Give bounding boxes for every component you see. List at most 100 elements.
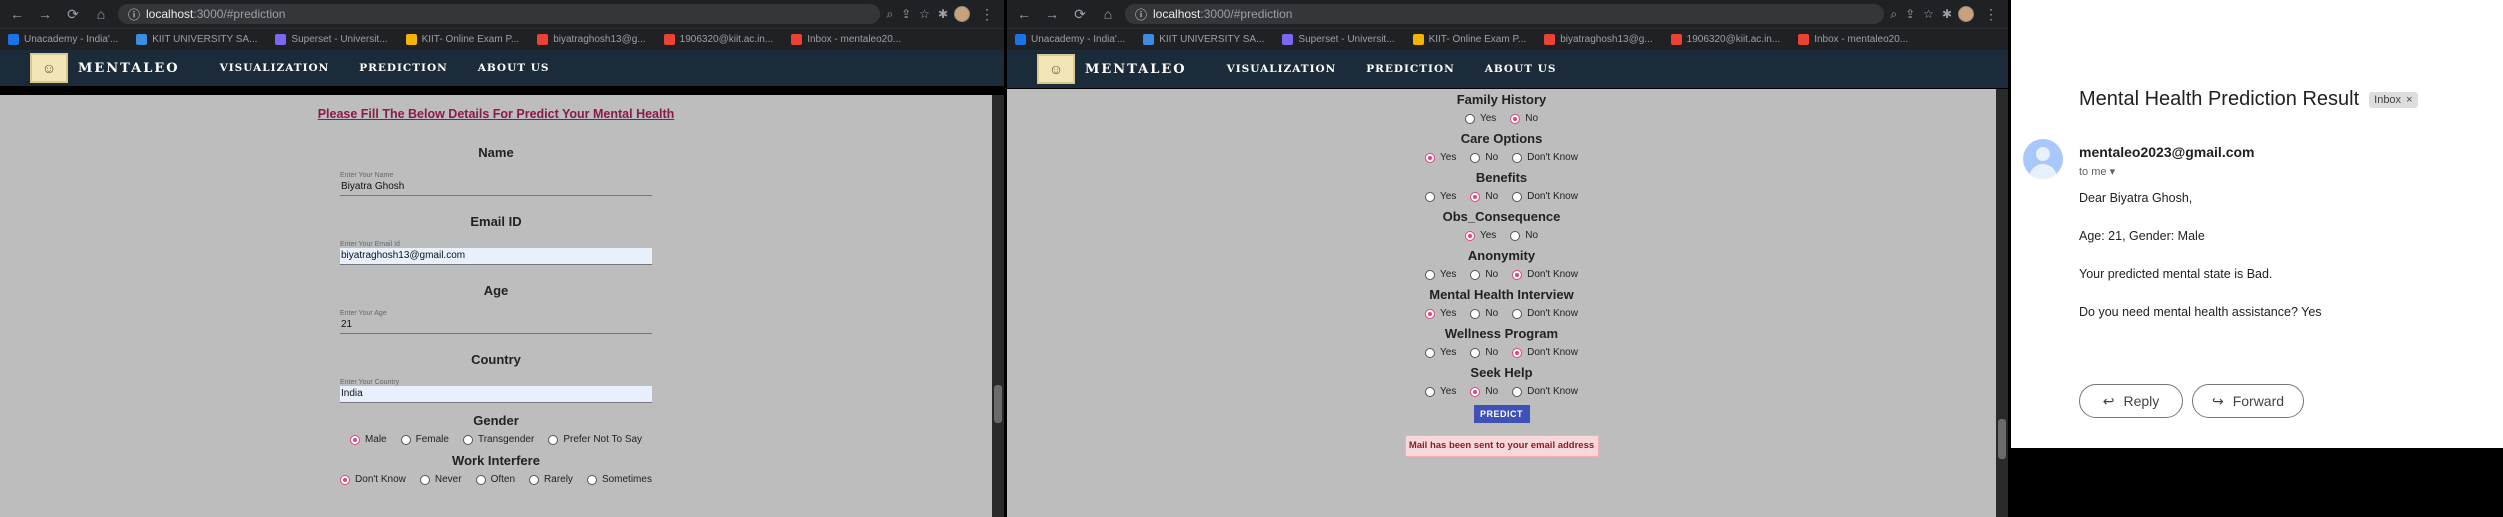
anonymity-option[interactable]: Don't Know	[1512, 269, 1578, 280]
anonymity-option[interactable]: Yes	[1425, 269, 1456, 280]
search-icon[interactable]: ⌕	[886, 7, 893, 22]
share-icon[interactable]: ⇪	[901, 7, 911, 22]
bookmark-item[interactable]: Superset - Universit...	[1282, 34, 1395, 45]
radio-selected-icon[interactable]	[1470, 191, 1481, 202]
radio-icon[interactable]	[1512, 308, 1523, 319]
wellness-program-option[interactable]: No	[1470, 347, 1498, 358]
email-input[interactable]: biyatraghosh13@gmail.com	[340, 248, 652, 265]
radio-selected-icon[interactable]	[1425, 152, 1436, 163]
obs-consequence-option[interactable]: No	[1510, 230, 1538, 241]
radio-icon[interactable]	[1425, 386, 1436, 397]
bookmark-item[interactable]: Superset - Universit...	[275, 34, 388, 45]
forward-icon[interactable]: →	[1041, 6, 1063, 22]
forward-button[interactable]: ↪ Forward	[2192, 384, 2304, 418]
gender-option-male[interactable]: Male	[349, 434, 387, 445]
reload-icon[interactable]: ⟳	[62, 6, 84, 23]
benefits-option[interactable]: Don't Know	[1512, 191, 1578, 202]
radio-icon[interactable]	[1512, 152, 1523, 163]
radio-selected-icon[interactable]	[340, 474, 351, 485]
obs-consequence-option[interactable]: Yes	[1464, 230, 1496, 241]
radio-icon[interactable]	[419, 474, 430, 485]
radio-icon[interactable]	[548, 434, 559, 445]
radio-icon[interactable]	[1512, 386, 1523, 397]
radio-icon[interactable]	[462, 434, 473, 445]
benefits-option[interactable]: No	[1470, 191, 1498, 202]
radio-icon[interactable]	[1425, 269, 1436, 280]
radio-icon[interactable]	[1470, 152, 1481, 163]
search-icon[interactable]: ⌕	[1890, 7, 1897, 22]
email-field[interactable]: Enter Your Email Id biyatraghosh13@gmail…	[340, 241, 652, 265]
seek-help-option[interactable]: Yes	[1425, 386, 1456, 397]
work-option-never[interactable]: Never	[419, 474, 462, 485]
work-option-sometimes[interactable]: Sometimes	[586, 474, 652, 485]
name-input[interactable]: Biyatra Ghosh	[340, 179, 652, 196]
bookmark-item[interactable]: biyatraghosh13@g...	[1544, 34, 1653, 45]
star-icon[interactable]: ☆	[1923, 7, 1934, 22]
scrollbar-thumb[interactable]	[1998, 419, 2006, 459]
profile-avatar[interactable]	[954, 6, 970, 22]
radio-icon[interactable]	[529, 474, 540, 485]
care-options-option[interactable]: No	[1470, 152, 1498, 163]
nav-prediction[interactable]: PREDICTION	[359, 62, 447, 74]
menu-icon[interactable]: ⋮	[976, 6, 998, 23]
radio-icon[interactable]	[1512, 191, 1523, 202]
brand-logo[interactable]: ☺ MENTALEO	[30, 53, 180, 83]
nav-about-us[interactable]: ABOUT US	[1485, 63, 1557, 75]
page-scrollbar[interactable]	[992, 95, 1004, 517]
radio-icon[interactable]	[1470, 347, 1481, 358]
radio-icon[interactable]	[1425, 191, 1436, 202]
bookmark-item[interactable]: KIIT- Online Exam P...	[405, 34, 519, 45]
radio-selected-icon[interactable]	[1464, 230, 1475, 241]
menu-icon[interactable]: ⋮	[1980, 6, 2002, 23]
address-bar[interactable]: ⓘ localhost:3000/#prediction	[118, 4, 881, 24]
predict-button[interactable]: PREDICT	[1473, 405, 1530, 423]
back-icon[interactable]: ←	[6, 6, 28, 22]
bookmark-item[interactable]: KIIT UNIVERSITY SA...	[1143, 34, 1264, 45]
bookmark-item[interactable]: biyatraghosh13@g...	[537, 34, 646, 45]
nav-prediction[interactable]: PREDICTION	[1366, 63, 1454, 75]
radio-selected-icon[interactable]	[1470, 386, 1481, 397]
bookmark-item[interactable]: Unacademy - India'...	[8, 34, 118, 45]
radio-icon[interactable]	[1470, 269, 1481, 280]
nav-about-us[interactable]: ABOUT US	[478, 62, 550, 74]
home-icon[interactable]: ⌂	[1097, 6, 1119, 22]
bookmark-item[interactable]: 1906320@kiit.ac.in...	[1670, 34, 1780, 45]
family-history-option[interactable]: Yes	[1464, 113, 1496, 124]
bookmark-item[interactable]: KIIT UNIVERSITY SA...	[136, 34, 257, 45]
page-scrollbar[interactable]	[1996, 89, 2008, 517]
wellness-program-option[interactable]: Yes	[1425, 347, 1456, 358]
radio-icon[interactable]	[400, 434, 411, 445]
radio-selected-icon[interactable]	[1512, 347, 1523, 358]
country-field[interactable]: Enter Your Country India	[340, 379, 652, 403]
home-icon[interactable]: ⌂	[90, 6, 112, 22]
radio-selected-icon[interactable]	[349, 434, 360, 445]
address-bar[interactable]: ⓘ localhost:3000/#prediction	[1125, 4, 1885, 24]
gender-option-prefer-not[interactable]: Prefer Not To Say	[548, 434, 642, 445]
benefits-option[interactable]: Yes	[1425, 191, 1456, 202]
family-history-option[interactable]: No	[1510, 113, 1538, 124]
back-icon[interactable]: ←	[1013, 6, 1035, 22]
bookmark-item[interactable]: Unacademy - India'...	[1015, 34, 1125, 45]
extensions-icon[interactable]: ✱	[938, 7, 948, 22]
care-options-option[interactable]: Yes	[1425, 152, 1456, 163]
reply-button[interactable]: ↩ Reply	[2079, 384, 2183, 418]
radio-icon[interactable]	[1510, 230, 1521, 241]
radio-icon[interactable]	[1470, 308, 1481, 319]
mental-health-interview-option[interactable]: Don't Know	[1512, 308, 1578, 319]
bookmark-item[interactable]: Inbox - mentaleo20...	[1798, 34, 1908, 45]
anonymity-option[interactable]: No	[1470, 269, 1498, 280]
age-field[interactable]: Enter Your Age 21	[340, 310, 652, 334]
wellness-program-option[interactable]: Don't Know	[1512, 347, 1578, 358]
care-options-option[interactable]: Don't Know	[1512, 152, 1578, 163]
star-icon[interactable]: ☆	[919, 7, 930, 22]
radio-icon[interactable]	[586, 474, 597, 485]
reload-icon[interactable]: ⟳	[1069, 6, 1091, 23]
radio-icon[interactable]	[1425, 347, 1436, 358]
age-input[interactable]: 21	[340, 317, 652, 334]
profile-avatar[interactable]	[1958, 6, 1974, 22]
radio-icon[interactable]	[475, 474, 486, 485]
name-field[interactable]: Enter Your Name Biyatra Ghosh	[340, 172, 652, 196]
inbox-label-chip[interactable]: Inbox ×	[2369, 91, 2418, 108]
radio-icon[interactable]	[1464, 113, 1475, 124]
close-icon[interactable]: ×	[2406, 94, 2412, 106]
